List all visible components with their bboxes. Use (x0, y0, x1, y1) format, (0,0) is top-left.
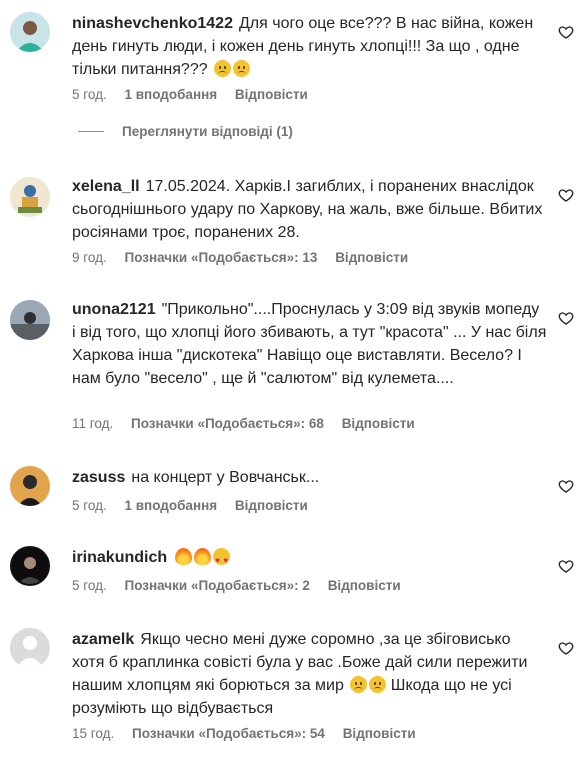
reply-button[interactable]: Відповісти (343, 726, 416, 741)
comment-username[interactable]: azamelk (72, 631, 134, 648)
comment-username[interactable]: ninashevchenko1422 (72, 15, 233, 32)
fire-emoji (175, 548, 193, 565)
comment-time: 5 год. (72, 87, 107, 102)
comment-username[interactable]: zasuss (72, 469, 125, 486)
avatar[interactable] (10, 546, 50, 586)
comment-time: 9 год. (72, 250, 107, 265)
comment-likes[interactable]: Позначки «Подобається»: 68 (131, 416, 324, 431)
reply-button[interactable]: Відповісти (335, 250, 408, 265)
reply-button[interactable]: Відповісти (235, 498, 308, 513)
comment-time: 15 год. (72, 726, 115, 741)
comment-time: 5 год. (72, 578, 107, 593)
comment-text: 17.05.2024. Харків.І загиблих, і поранен… (72, 178, 543, 241)
heart-outline-icon[interactable] (558, 310, 574, 326)
comment-text: на концерт у Вовчанськ... (131, 469, 320, 486)
sad-face-emoji (233, 60, 251, 77)
avatar[interactable] (10, 300, 50, 340)
heart-outline-icon[interactable] (558, 478, 574, 494)
comment-likes[interactable]: 1 вподобання (125, 498, 218, 513)
avatar[interactable] (10, 466, 50, 506)
heart-outline-icon[interactable] (558, 558, 574, 574)
comment-time: 11 год. (72, 416, 114, 431)
comment-likes[interactable]: Позначки «Подобається»: 54 (132, 726, 325, 741)
heart-outline-icon[interactable] (558, 640, 574, 656)
reply-button[interactable]: Відповісти (342, 416, 415, 431)
fire-emoji (194, 548, 212, 565)
heart-eyes-emoji (213, 548, 231, 572)
reply-button[interactable]: Відповісти (328, 578, 401, 593)
comment-username[interactable]: xelena_ll (72, 178, 140, 195)
view-replies-label: Переглянути відповіді (1) (122, 124, 293, 139)
avatar[interactable] (10, 628, 50, 668)
sad-face-emoji (369, 676, 387, 693)
comment-username[interactable]: unona2121 (72, 301, 156, 318)
heart-outline-icon[interactable] (558, 24, 574, 40)
reply-button[interactable]: Відповісти (235, 87, 308, 102)
avatar[interactable] (10, 12, 50, 52)
comment-username[interactable]: irinakundich (72, 549, 167, 566)
comment-time: 5 год. (72, 498, 107, 513)
avatar[interactable] (10, 177, 50, 217)
sad-face-emoji (214, 60, 232, 77)
view-replies-button[interactable]: Переглянути відповіді (1) (78, 124, 293, 139)
comment-likes[interactable]: Позначки «Подобається»: 13 (125, 250, 318, 265)
heart-outline-icon[interactable] (558, 187, 574, 203)
comment-likes[interactable]: 1 вподобання (125, 87, 218, 102)
comment-likes[interactable]: Позначки «Подобається»: 2 (125, 578, 310, 593)
sad-face-emoji (350, 676, 368, 693)
divider (78, 131, 104, 132)
